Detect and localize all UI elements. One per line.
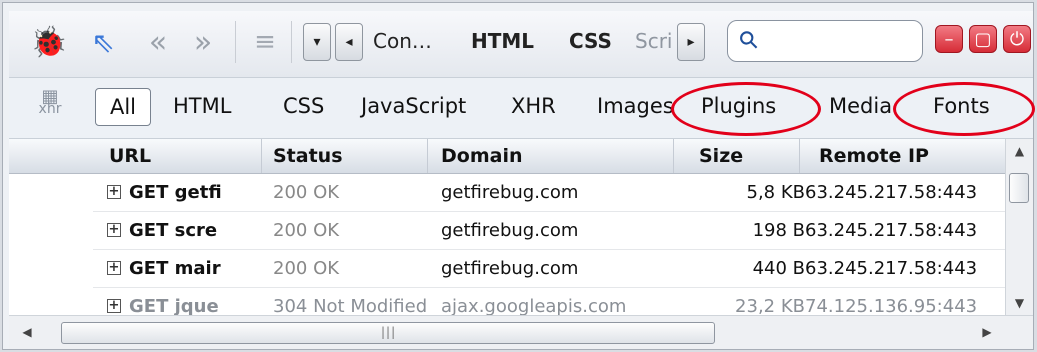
column-header-size[interactable]: Size <box>699 145 743 167</box>
vertical-scrollbar[interactable]: ▲ ▼ <box>1005 139 1033 315</box>
scroll-right-icon[interactable]: ▶ <box>975 321 999 343</box>
expand-icon[interactable]: + <box>107 223 121 237</box>
network-table: URL Status Domain Size Remote IP + GET g… <box>9 139 1005 317</box>
window-buttons: – ▢ ⏻ <box>935 25 1031 55</box>
table-row[interactable]: + GET getfi 200 OK getfirebug.com 5,8 KB… <box>9 174 1005 212</box>
filter-javascript[interactable]: JavaScript <box>361 94 466 118</box>
filter-media[interactable]: Media <box>829 94 892 118</box>
column-separator <box>799 139 800 173</box>
vertical-scroll-thumb[interactable] <box>1009 173 1029 203</box>
filter-images[interactable]: Images <box>597 94 674 118</box>
domain-cell: ajax.googleapis.com <box>441 296 627 317</box>
remote-ip-cell: 63.245.217.58:443 <box>805 182 978 203</box>
expand-icon[interactable]: + <box>107 261 121 275</box>
horizontal-scrollbar[interactable]: ◀ ||| ▶ <box>9 315 1033 349</box>
net-filter-bar: ▦ xhr All HTML CSS JavaScript XHR Images… <box>9 77 1035 139</box>
filter-css[interactable]: CSS <box>283 94 324 118</box>
url-cell: GET mair <box>129 258 221 279</box>
tabs-scroll-left-button[interactable]: ◂ <box>335 23 363 61</box>
table-row[interactable]: + GET mair 200 OK getfirebug.com 440 B 6… <box>9 250 1005 288</box>
scroll-up-icon[interactable]: ▲ <box>1006 139 1033 163</box>
url-cell: GET getfi <box>129 182 222 203</box>
table-header: URL Status Domain Size Remote IP <box>9 139 1005 174</box>
tabs-scroll-right-button[interactable]: ▸ <box>677 23 705 61</box>
remote-ip-cell: 74.125.136.95:443 <box>805 296 978 317</box>
search-input[interactable]: ⚲ <box>727 20 923 62</box>
power-button[interactable]: ⏻ <box>1003 25 1031 53</box>
main-toolbar: 🐞 ⇖ « » ≡ ▾ ◂ Con… HTML CSS Scri ▸ ⚲ – ▢… <box>9 11 1033 77</box>
scroll-left-icon[interactable]: ◀ <box>15 321 39 343</box>
status-cell: 200 OK <box>273 182 340 203</box>
domain-cell: getfirebug.com <box>441 220 579 241</box>
table-row[interactable]: + GET scre 200 OK getfirebug.com 198 B 6… <box>9 212 1005 250</box>
url-cell: GET jque <box>129 296 219 317</box>
size-cell: 23,2 KB <box>735 296 805 317</box>
remote-ip-cell: 63.245.217.58:443 <box>805 220 978 241</box>
column-separator <box>427 139 428 173</box>
xhr-icon[interactable]: ▦ xhr <box>33 88 67 117</box>
firebug-window: 🐞 ⇖ « » ≡ ▾ ◂ Con… HTML CSS Scri ▸ ⚲ – ▢… <box>2 2 1035 350</box>
remote-ip-cell: 63.245.217.58:443 <box>805 258 978 279</box>
tab-html[interactable]: HTML <box>471 29 534 53</box>
column-separator <box>261 139 262 173</box>
filter-xhr[interactable]: XHR <box>511 94 556 118</box>
toolbar-separator <box>235 21 236 63</box>
url-cell: GET scre <box>129 220 218 241</box>
double-right-icon[interactable]: » <box>186 19 220 65</box>
plugins-annotation-ellipse <box>671 82 821 136</box>
status-cell: 304 Not Modified <box>273 296 427 317</box>
status-cell: 200 OK <box>273 258 340 279</box>
double-left-icon[interactable]: « <box>141 19 175 65</box>
tab-console[interactable]: Con… <box>373 29 432 53</box>
expand-icon[interactable]: + <box>107 299 121 313</box>
horizontal-scroll-thumb[interactable]: ||| <box>61 322 715 344</box>
filter-html[interactable]: HTML <box>173 94 231 118</box>
firebug-icon[interactable]: 🐞 <box>27 19 71 65</box>
tab-css[interactable]: CSS <box>569 29 612 53</box>
scroll-down-icon[interactable]: ▼ <box>1006 291 1033 315</box>
column-separator <box>673 139 674 173</box>
inspect-icon[interactable]: ⇖ <box>83 19 123 65</box>
panel-dropdown-button[interactable]: ▾ <box>303 23 331 61</box>
expand-icon[interactable]: + <box>107 185 121 199</box>
column-header-url[interactable]: URL <box>109 145 151 167</box>
filter-all[interactable]: All <box>95 88 151 126</box>
column-header-status[interactable]: Status <box>273 145 343 167</box>
scroll-grip-icon: ||| <box>381 325 397 339</box>
xhr-label: xhr <box>38 101 62 117</box>
domain-cell: getfirebug.com <box>441 258 579 279</box>
fonts-annotation-ellipse <box>893 82 1035 136</box>
size-cell: 5,8 KB <box>746 182 806 203</box>
status-cell: 200 OK <box>273 220 340 241</box>
maximize-button[interactable]: ▢ <box>969 25 997 53</box>
tab-script[interactable]: Scri <box>635 29 672 53</box>
size-cell: 198 B <box>752 220 805 241</box>
search-icon: ⚲ <box>732 23 765 57</box>
domain-cell: getfirebug.com <box>441 182 579 203</box>
list-icon[interactable]: ≡ <box>249 19 281 65</box>
size-cell: 440 B <box>752 258 805 279</box>
column-header-domain[interactable]: Domain <box>441 145 522 167</box>
toolbar-separator <box>291 21 292 63</box>
minimize-button[interactable]: – <box>935 25 963 53</box>
column-header-remote-ip[interactable]: Remote IP <box>819 145 929 167</box>
